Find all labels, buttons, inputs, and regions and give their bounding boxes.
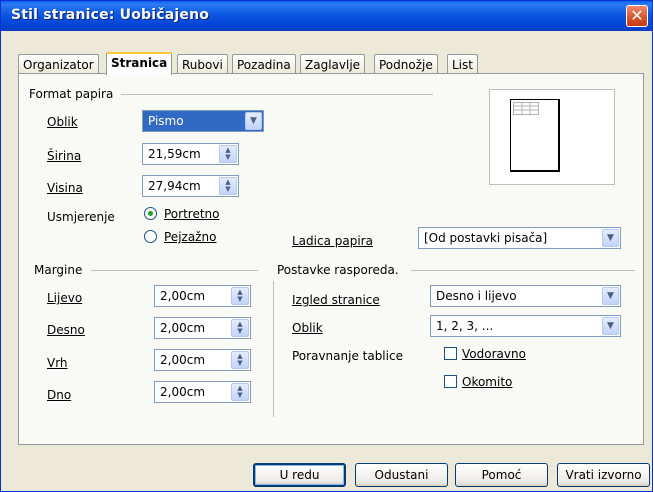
reset-button[interactable]: Vrati izvorno xyxy=(557,463,650,487)
vertical-label[interactable]: Okomito xyxy=(462,375,512,389)
close-button[interactable]: ✕ xyxy=(626,5,648,27)
radio-dot-icon xyxy=(148,211,153,216)
orientation-label: Usmjerenje xyxy=(47,210,115,224)
landscape-radio[interactable] xyxy=(144,230,157,243)
chevron-down-icon[interactable]: ▼ xyxy=(602,287,619,305)
left-margin-value: 2,00cm xyxy=(160,289,206,303)
page-layout-label: Izgled stranice xyxy=(292,293,380,307)
paper-tray-value: [Od postavki pisača] xyxy=(424,231,548,245)
bottom-margin-label: Dno xyxy=(47,388,72,402)
ok-button[interactable]: U redu xyxy=(253,463,346,487)
numbering-format-label: Oblik xyxy=(292,321,323,335)
width-label: Širina xyxy=(47,149,82,163)
tray-label: Ladica papira xyxy=(292,234,373,248)
horizontal-label[interactable]: Vodoravno xyxy=(462,347,526,361)
divider xyxy=(91,270,258,271)
spin-arrows-icon[interactable]: ▲ ▼ xyxy=(231,319,249,337)
spin-arrows-icon[interactable]: ▲ ▼ xyxy=(219,177,237,195)
page-style-dialog: Stil stranice: Uobičajeno ✕ Organizator … xyxy=(0,0,653,492)
tab-sheet[interactable]: List xyxy=(447,54,478,74)
margins-header: Margine xyxy=(34,263,83,277)
height-label: Visina xyxy=(47,181,83,195)
height-spinner[interactable]: 27,94cm ▲ ▼ xyxy=(142,175,239,197)
table-grid-icon xyxy=(513,102,539,115)
bottom-margin-spinner[interactable]: 2,00cm ▲ ▼ xyxy=(154,381,251,403)
tab-header[interactable]: Zaglavlje xyxy=(300,54,366,74)
numbering-format-select[interactable]: 1, 2, 3, ... ▼ xyxy=(430,315,621,337)
divider xyxy=(121,94,433,95)
vertical-divider xyxy=(273,281,274,417)
spin-arrows-icon[interactable]: ▲ ▼ xyxy=(219,145,237,163)
right-margin-value: 2,00cm xyxy=(160,321,206,335)
close-icon: ✕ xyxy=(630,6,644,25)
top-margin-label: Vrh xyxy=(47,356,68,370)
bottom-margin-value: 2,00cm xyxy=(160,385,206,399)
tab-page[interactable]: Stranica xyxy=(106,52,173,75)
top-margin-value: 2,00cm xyxy=(160,353,206,367)
chevron-down-icon[interactable]: ▼ xyxy=(602,229,619,247)
tab-background[interactable]: Pozadina xyxy=(232,54,296,74)
tab-footer[interactable]: Podnožje xyxy=(374,54,438,74)
right-margin-label: Desno xyxy=(47,323,85,337)
width-spinner[interactable]: 21,59cm ▲ ▼ xyxy=(142,143,239,165)
spin-arrows-icon[interactable]: ▲ ▼ xyxy=(231,383,249,401)
numbering-format-value: 1, 2, 3, ... xyxy=(436,319,494,333)
left-margin-spinner[interactable]: 2,00cm ▲ ▼ xyxy=(154,285,251,307)
horizontal-checkbox[interactable] xyxy=(444,347,457,360)
page-preview xyxy=(489,89,615,185)
left-margin-label: Lijevo xyxy=(47,291,83,305)
title-bar[interactable]: Stil stranice: Uobičajeno ✕ xyxy=(1,1,652,31)
divider xyxy=(411,270,635,271)
portrait-radio[interactable] xyxy=(144,207,157,220)
width-value: 21,59cm xyxy=(148,147,201,161)
right-margin-spinner[interactable]: 2,00cm ▲ ▼ xyxy=(154,317,251,339)
cancel-button[interactable]: Odustani xyxy=(355,463,448,487)
format-label: Oblik xyxy=(47,115,78,129)
tab-organizer[interactable]: Organizator xyxy=(18,54,99,74)
chevron-down-icon[interactable]: ▼ xyxy=(245,112,262,130)
chevron-down-icon[interactable]: ▼ xyxy=(602,317,619,335)
paper-format-select[interactable]: Pismo ▼ xyxy=(142,110,264,132)
help-button[interactable]: Pomoć xyxy=(455,463,548,487)
landscape-label[interactable]: Pejzažno xyxy=(164,230,216,244)
portrait-label[interactable]: Portretno xyxy=(164,207,220,221)
top-margin-spinner[interactable]: 2,00cm ▲ ▼ xyxy=(154,349,251,371)
table-alignment-label: Poravnanje tablice xyxy=(292,349,403,363)
height-value: 27,94cm xyxy=(148,179,201,193)
window-title: Stil stranice: Uobičajeno xyxy=(11,7,210,23)
page-layout-value: Desno i lijevo xyxy=(436,289,517,303)
page-layout-select[interactable]: Desno i lijevo ▼ xyxy=(430,285,621,307)
paper-format-value: Pismo xyxy=(148,114,184,128)
paper-format-header: Format papira xyxy=(29,87,114,101)
spin-arrows-icon[interactable]: ▲ ▼ xyxy=(231,351,249,369)
page-preview-sheet xyxy=(510,99,560,172)
paper-tray-select[interactable]: [Od postavki pisača] ▼ xyxy=(418,227,621,249)
tab-borders[interactable]: Rubovi xyxy=(177,54,228,74)
layout-settings-header: Postavke rasporeda. xyxy=(277,263,399,277)
vertical-checkbox[interactable] xyxy=(444,375,457,388)
spin-arrows-icon[interactable]: ▲ ▼ xyxy=(231,287,249,305)
